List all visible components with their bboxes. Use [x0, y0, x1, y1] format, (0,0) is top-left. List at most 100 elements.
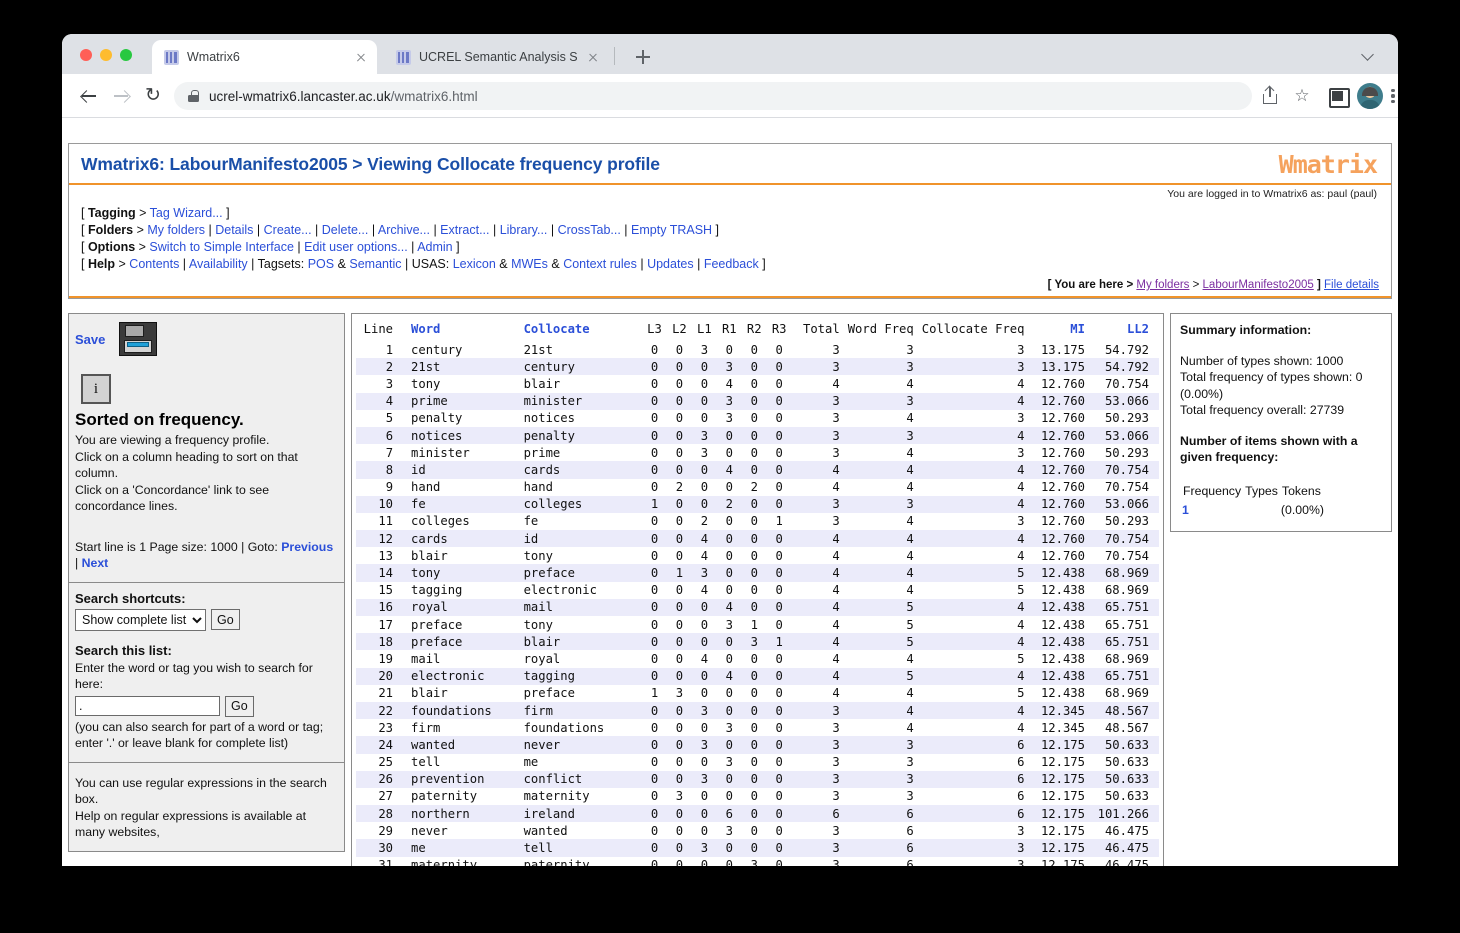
nav-item-pos[interactable]: POS: [308, 257, 334, 271]
cell-mi: 12.760: [1028, 444, 1089, 461]
cell-r3: 0: [767, 375, 792, 392]
table-row[interactable]: 27paternitymaternity03000033612.17550.63…: [356, 788, 1159, 805]
nav-item-semantic[interactable]: Semantic: [349, 257, 401, 271]
table-row[interactable]: 23firmfoundations00030034412.34548.567: [356, 719, 1159, 736]
close-icon[interactable]: [353, 49, 369, 65]
nav-item-archive[interactable]: Archive...: [378, 223, 430, 237]
cell-word: me: [397, 839, 518, 856]
table-row[interactable]: 29neverwanted00030036312.17546.475: [356, 822, 1159, 839]
table-row[interactable]: 22foundationsfirm00300034412.34548.567: [356, 702, 1159, 719]
close-icon[interactable]: [585, 49, 601, 65]
new-tab-button[interactable]: [631, 45, 655, 69]
reload-icon[interactable]: ↻: [142, 85, 164, 107]
nav-item-availability[interactable]: Availability: [189, 257, 248, 271]
nav-item-edit-user-options[interactable]: Edit user options...: [304, 240, 408, 254]
nav-item-library[interactable]: Library...: [500, 223, 548, 237]
table-row[interactable]: 221stcentury00030033313.17554.792: [356, 358, 1159, 375]
table-row[interactable]: 26preventionconflict00300033612.17550.63…: [356, 771, 1159, 788]
cell-ll2: 65.751: [1089, 616, 1159, 633]
breadcrumb-file-details[interactable]: File details: [1324, 279, 1379, 291]
info-icon[interactable]: i: [81, 374, 111, 404]
cell-r3: 0: [767, 496, 792, 513]
freq-dist-frequency[interactable]: 1: [1182, 502, 1242, 519]
nav-item-context-rules[interactable]: Context rules: [563, 257, 637, 271]
save-button[interactable]: Save: [75, 332, 105, 347]
breadcrumb-my-folders[interactable]: My folders: [1136, 279, 1189, 291]
search-input[interactable]: [75, 696, 220, 716]
floppy-disk-icon[interactable]: [119, 322, 157, 356]
nav-item-mwes[interactable]: MWEs: [511, 257, 548, 271]
cell-mi: 12.438: [1028, 668, 1089, 685]
table-row[interactable]: 19mailroyal00400044512.43868.969: [356, 650, 1159, 667]
nav-item-create[interactable]: Create...: [264, 223, 312, 237]
table-row[interactable]: 3tonyblair00040044412.76070.754: [356, 375, 1159, 392]
nav-item-admin[interactable]: Admin: [417, 240, 452, 254]
nav-item-details[interactable]: Details: [215, 223, 253, 237]
table-row[interactable]: 31maternitypaternity00003036312.17546.47…: [356, 857, 1159, 866]
cell-word: prevention: [397, 771, 518, 788]
table-row[interactable]: 24wantednever00300033612.17550.633: [356, 736, 1159, 753]
cell-l2: 0: [667, 444, 692, 461]
table-row[interactable]: 28northernireland00060066612.175101.266: [356, 805, 1159, 822]
table-row[interactable]: 10fecolleges10020033412.76053.066: [356, 496, 1159, 513]
table-row[interactable]: 13blairtony00400044412.76070.754: [356, 547, 1159, 564]
address-bar[interactable]: ucrel-wmatrix6.lancaster.ac.uk/wmatrix6.…: [174, 82, 1252, 110]
nav-item-tag-wizard[interactable]: Tag Wizard...: [150, 206, 223, 220]
tab-wmatrix6[interactable]: Wmatrix6: [152, 40, 377, 74]
nav-item-updates[interactable]: Updates: [647, 257, 694, 271]
table-row[interactable]: 9handhand02002044412.76070.754: [356, 479, 1159, 496]
table-row[interactable]: 7ministerprime00300034312.76050.293: [356, 444, 1159, 461]
window-close-button[interactable]: [80, 49, 92, 61]
nav-item-lexicon[interactable]: Lexicon: [453, 257, 496, 271]
nav-item-extract[interactable]: Extract...: [440, 223, 489, 237]
column-header-word[interactable]: Word: [397, 320, 518, 341]
table-row[interactable]: 17prefacetony00031045412.43865.751: [356, 616, 1159, 633]
table-row[interactable]: 12cardsid00400044412.76070.754: [356, 530, 1159, 547]
table-row[interactable]: 6noticespenalty00300033412.76053.066: [356, 427, 1159, 444]
table-row[interactable]: 4primeminister00030033412.76053.066: [356, 393, 1159, 410]
breadcrumb-labourmanifesto2005[interactable]: LabourManifesto2005: [1203, 279, 1314, 291]
kebab-menu-icon[interactable]: [1389, 84, 1397, 108]
nav-item-contents[interactable]: Contents: [129, 257, 179, 271]
back-icon[interactable]: [78, 85, 100, 107]
forward-icon[interactable]: [110, 85, 132, 107]
column-header-mi[interactable]: MI: [1028, 320, 1089, 341]
column-header-collocate[interactable]: Collocate: [518, 320, 642, 341]
table-row[interactable]: 16royalmail00040045412.43865.751: [356, 599, 1159, 616]
table-row[interactable]: 15taggingelectronic00400044512.43868.969: [356, 582, 1159, 599]
nav-item-crosstab[interactable]: CrossTab...: [558, 223, 621, 237]
table-row[interactable]: 5penaltynotices00030034312.76050.293: [356, 410, 1159, 427]
search-shortcuts-go-button[interactable]: Go: [211, 609, 240, 630]
cell-r1: 0: [717, 564, 742, 581]
table-row[interactable]: 8idcards00040044412.76070.754: [356, 461, 1159, 478]
table-row[interactable]: 21blairpreface13000044512.43868.969: [356, 685, 1159, 702]
side-panel-icon[interactable]: [1326, 84, 1350, 108]
table-row[interactable]: 25tellme00030033612.17550.633: [356, 754, 1159, 771]
search-shortcuts-select[interactable]: Show complete list: [75, 609, 206, 631]
column-header-ll2[interactable]: LL2: [1089, 320, 1159, 341]
previous-page-link[interactable]: Previous: [281, 540, 333, 554]
table-row[interactable]: 14tonypreface01300044512.43868.969: [356, 564, 1159, 581]
nav-item-delete[interactable]: Delete...: [322, 223, 369, 237]
nav-item-empty-trash[interactable]: Empty TRASH: [631, 223, 712, 237]
share-icon[interactable]: [1258, 84, 1282, 108]
avatar[interactable]: [1357, 83, 1383, 109]
search-go-button[interactable]: Go: [225, 696, 254, 717]
nav-item-feedback[interactable]: Feedback: [704, 257, 759, 271]
window-maximize-button[interactable]: [120, 49, 132, 61]
table-row[interactable]: 11collegesfe00200134312.76050.293: [356, 513, 1159, 530]
nav-item-my-folders[interactable]: My folders: [147, 223, 205, 237]
chevron-down-icon[interactable]: [1362, 47, 1376, 61]
table-row[interactable]: 18prefaceblair00003145412.43865.751: [356, 633, 1159, 650]
window-minimize-button[interactable]: [100, 49, 112, 61]
table-row[interactable]: 20electronictagging00040045412.43865.751: [356, 668, 1159, 685]
cell-r1: 0: [717, 444, 742, 461]
nav-item-switch-simple-interface[interactable]: Switch to Simple Interface: [149, 240, 294, 254]
cell-l2: 0: [667, 633, 692, 650]
cell-word: tony: [397, 375, 518, 392]
next-page-link[interactable]: Next: [82, 556, 109, 570]
table-row[interactable]: 1century21st00300033313.17554.792: [356, 341, 1159, 358]
star-icon[interactable]: ☆: [1290, 84, 1314, 108]
tab-ucrel-semantic-analysis[interactable]: UCREL Semantic Analysis Syst: [384, 40, 609, 74]
table-row[interactable]: 30metell00300036312.17546.475: [356, 839, 1159, 856]
